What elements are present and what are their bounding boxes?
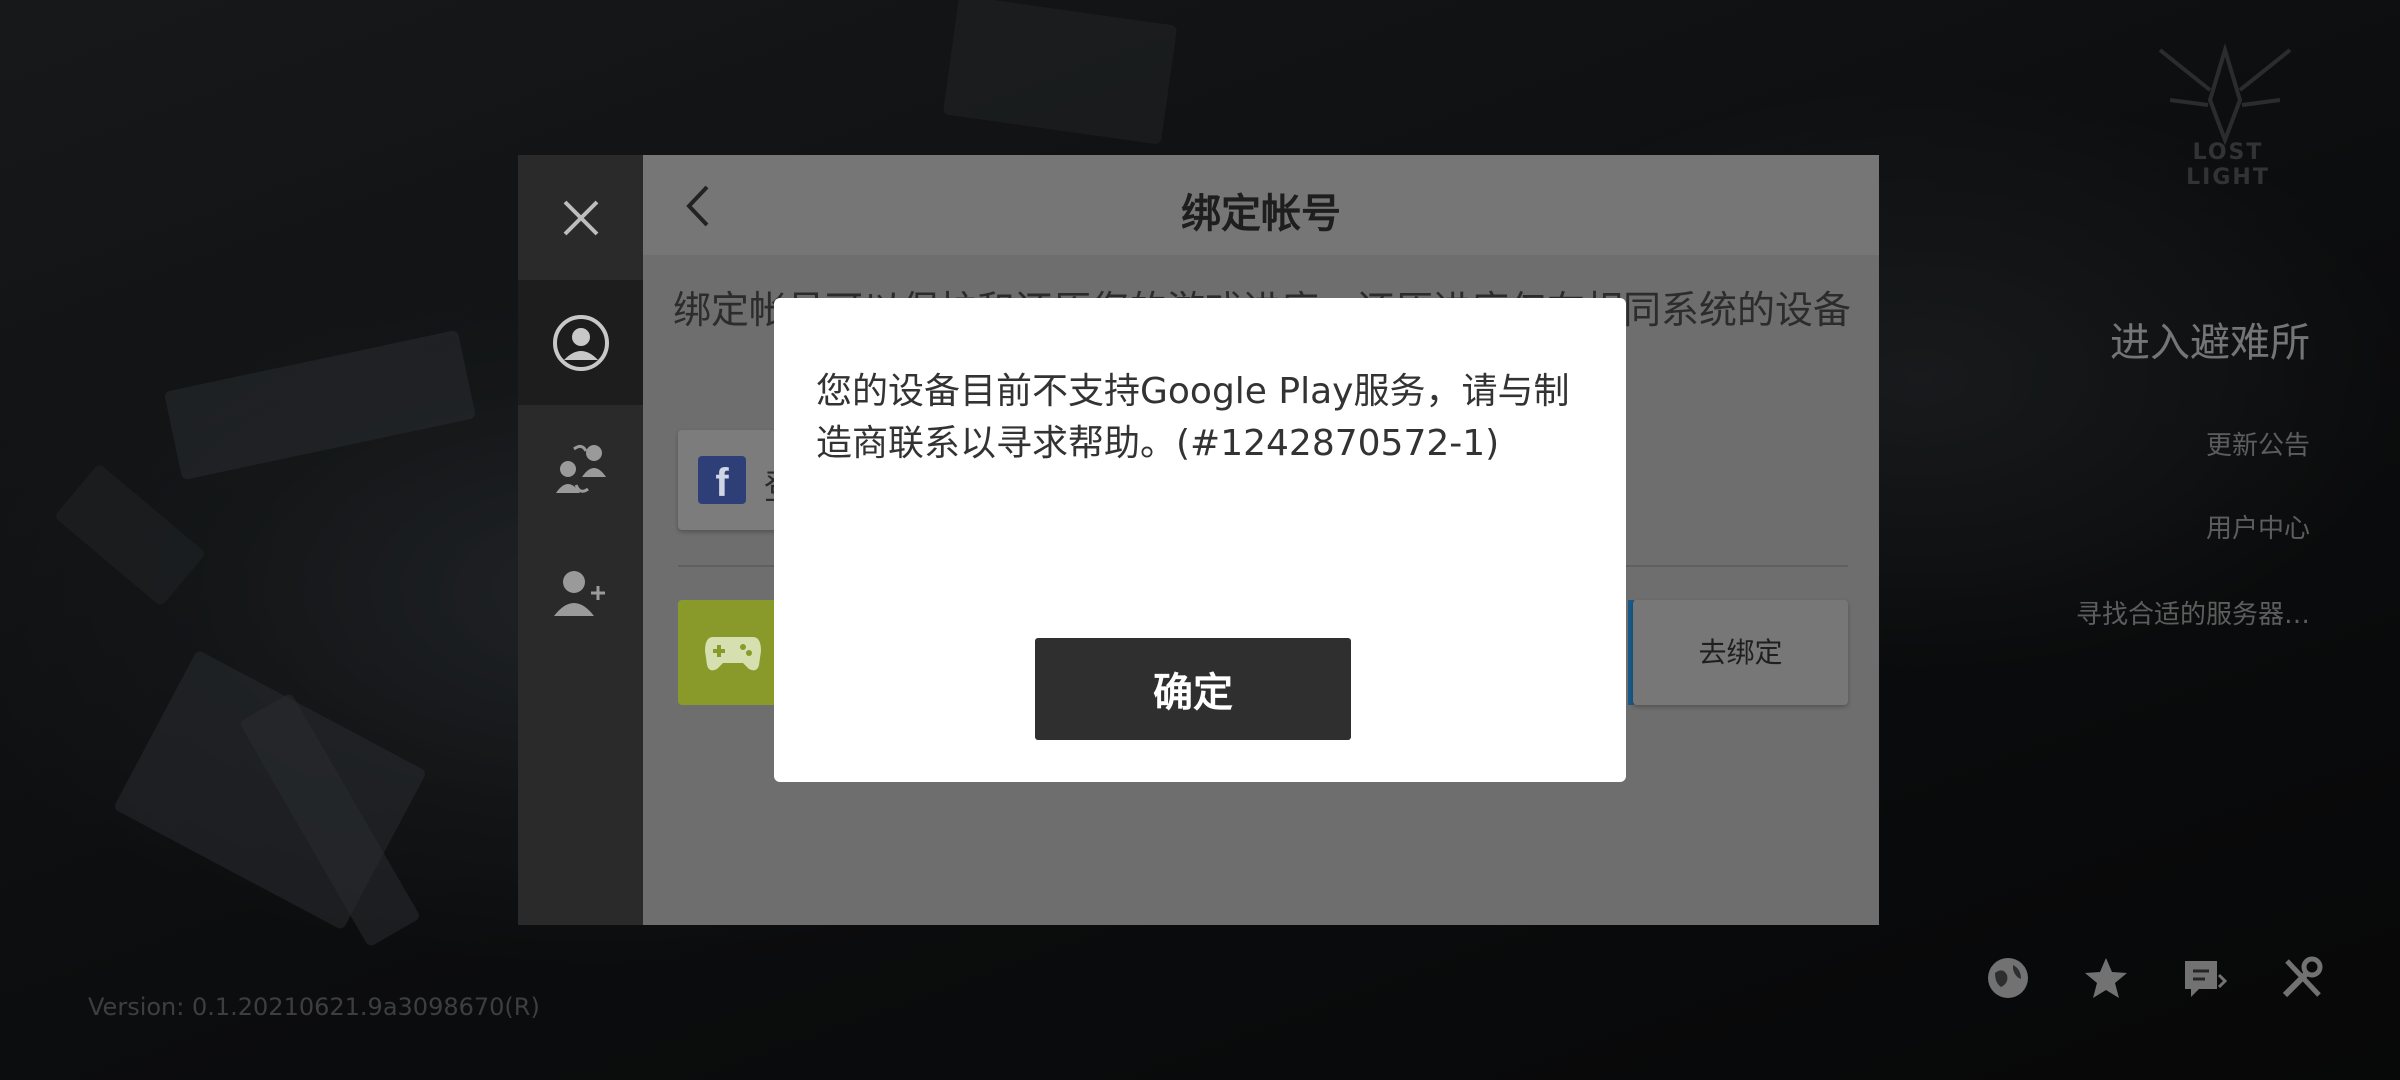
dialog-message: 您的设备目前不支持Google Play服务，请与制造商联系以寻求帮助。(#12… <box>816 371 1570 464</box>
gamepad-icon <box>705 636 761 670</box>
sidebar-item-account[interactable] <box>518 280 643 405</box>
add-user-icon <box>553 570 605 616</box>
sidebar-item-add-account[interactable] <box>518 530 643 655</box>
google-play-games-tile <box>678 600 788 705</box>
panel-title: 绑定帐号 <box>1181 191 1341 237</box>
confirm-button[interactable]: 确定 <box>1035 638 1351 740</box>
alert-dialog: 您的设备目前不支持Google Play服务，请与制造商联系以寻求帮助。(#12… <box>774 298 1626 782</box>
sidebar-item-switch-account[interactable] <box>518 405 643 530</box>
user-icon <box>552 314 609 371</box>
panel-header: 绑定帐号 <box>643 155 1879 255</box>
close-panel-button[interactable] <box>518 155 643 280</box>
close-icon <box>563 200 598 235</box>
go-bind-button[interactable]: 去绑定 <box>1633 600 1848 705</box>
account-sidebar <box>518 155 643 925</box>
switch-account-icon <box>555 444 606 493</box>
facebook-icon: f <box>698 456 746 505</box>
